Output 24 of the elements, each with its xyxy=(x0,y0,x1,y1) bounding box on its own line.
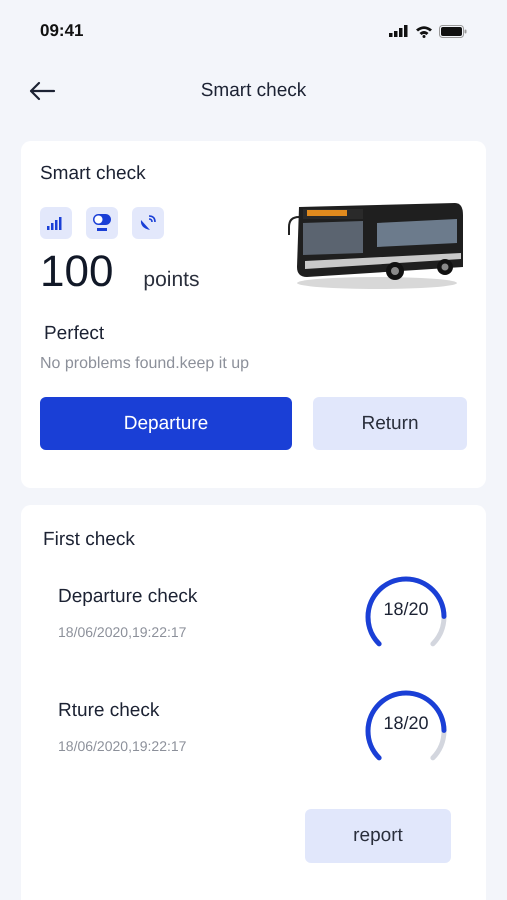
gauge-value: 18/20 xyxy=(382,713,430,734)
check-time: 18/06/2020,19:22:17 xyxy=(58,624,188,640)
score-unit: points xyxy=(143,268,200,292)
satellite-dish-icon xyxy=(132,207,164,239)
card-title: First check xyxy=(43,529,136,551)
battery-icon xyxy=(439,24,467,38)
direction-button[interactable]: Departure xyxy=(40,397,292,450)
toggle-icon xyxy=(86,207,118,239)
status-label: Perfect xyxy=(44,323,106,345)
direction-button[interactable]: Return xyxy=(313,397,467,450)
page-title: Smart check xyxy=(200,80,306,102)
check-time: 18/06/2020,19:22:17 xyxy=(58,738,186,754)
score-value: 100 xyxy=(40,247,114,297)
status-time: 09:41 xyxy=(40,21,84,41)
check-name: Rture check xyxy=(58,700,160,722)
wifi-icon xyxy=(415,24,433,38)
gauge-value: 18/20 xyxy=(382,599,430,620)
back-icon[interactable] xyxy=(28,81,56,101)
signal-icon xyxy=(40,207,72,239)
check-name: Departure check xyxy=(58,586,198,608)
status-message: No problems found.keep it up xyxy=(40,355,250,373)
card-title: Smart check xyxy=(40,163,147,185)
report-button[interactable]: report xyxy=(305,809,451,863)
signal-icon xyxy=(389,25,409,37)
